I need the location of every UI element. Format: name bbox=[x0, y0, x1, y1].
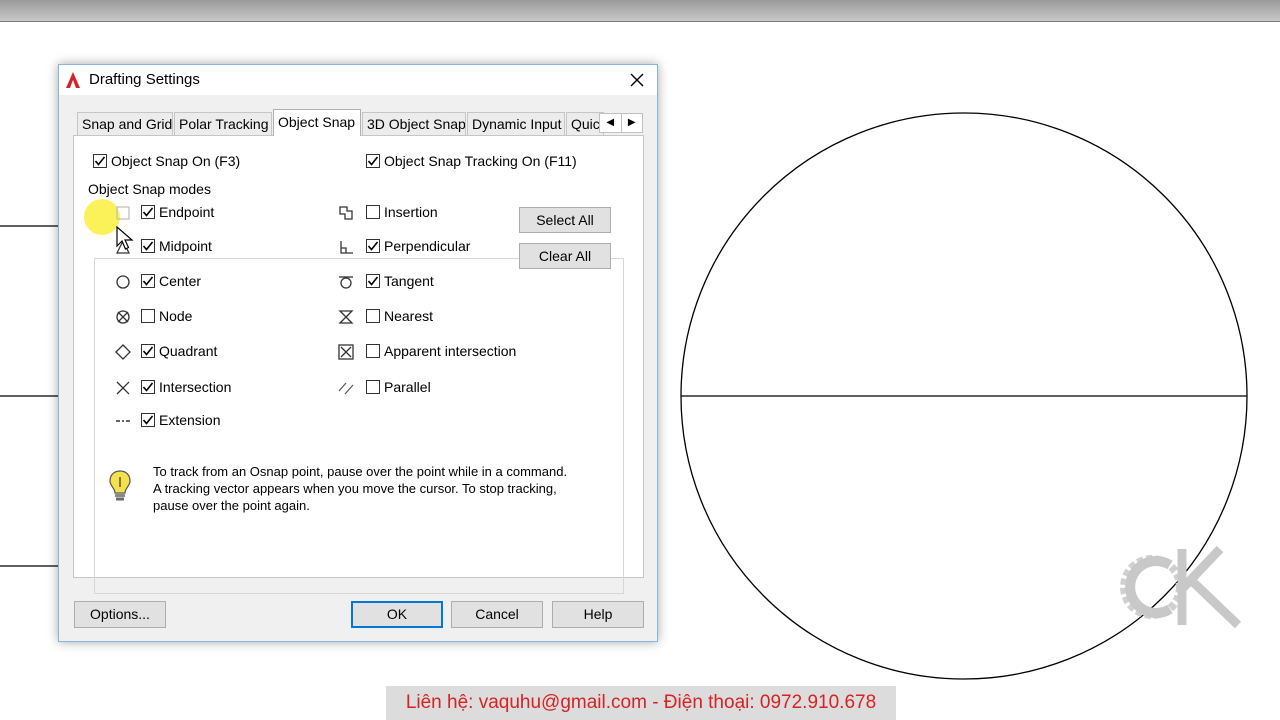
quadrant-icon bbox=[115, 344, 131, 360]
tangent-icon bbox=[339, 276, 353, 289]
mode-insertion-checkbox[interactable]: Insertion bbox=[366, 204, 438, 220]
extension-icon bbox=[116, 420, 130, 422]
mode-extension-checkbox[interactable]: Extension bbox=[141, 412, 220, 428]
checkmark-icon bbox=[142, 241, 154, 251]
mode-midpoint-checkbox[interactable]: Midpoint bbox=[141, 238, 212, 254]
mode-parallel-checkbox[interactable]: Parallel bbox=[366, 379, 431, 395]
checkbox-label: Perpendicular bbox=[384, 238, 471, 254]
mode-endpoint-checkbox[interactable]: Endpoint bbox=[141, 204, 214, 220]
checkmark-icon bbox=[142, 207, 154, 217]
checkmark-icon bbox=[367, 276, 379, 286]
checkbox-box bbox=[366, 380, 380, 394]
checkbox-label: Node bbox=[159, 308, 193, 324]
mode-center-checkbox[interactable]: Center bbox=[141, 273, 201, 289]
perpendicular-icon bbox=[340, 241, 353, 254]
checkbox-label: Intersection bbox=[159, 379, 232, 395]
checkmark-icon bbox=[142, 276, 154, 286]
tab-object-snap[interactable]: Object Snap bbox=[273, 109, 361, 136]
checkmark-icon bbox=[367, 241, 379, 251]
mode-perpendicular-checkbox[interactable]: Perpendicular bbox=[366, 238, 470, 254]
autocad-app-icon bbox=[64, 71, 82, 89]
select-all-button[interactable]: Select All bbox=[519, 207, 611, 233]
checkbox-box bbox=[141, 344, 155, 358]
mode-apparent-intersection-checkbox[interactable]: Apparent intersection bbox=[366, 343, 516, 359]
mode-nearest-checkbox[interactable]: Nearest bbox=[366, 308, 433, 324]
tracking-tip-text: To track from an Osnap point, pause over… bbox=[153, 464, 568, 513]
mode-tangent-checkbox[interactable]: Tangent bbox=[366, 273, 434, 289]
dialog-titlebar: Drafting Settings bbox=[59, 65, 657, 95]
checkmark-icon bbox=[142, 346, 154, 356]
endpoint-icon bbox=[116, 206, 130, 220]
checkbox-box bbox=[366, 274, 380, 288]
contact-banner: Liên hệ: vaquhu@gmail.com - Điện thoại: … bbox=[386, 686, 896, 720]
checkbox-box bbox=[366, 344, 380, 358]
checkbox-label: Object Snap Tracking On (F11) bbox=[384, 153, 577, 169]
checkmark-icon bbox=[142, 415, 154, 425]
mode-quadrant-checkbox[interactable]: Quadrant bbox=[141, 343, 217, 359]
tab-dynamic-input[interactable]: Dynamic Input bbox=[467, 112, 565, 136]
object-snap-panel: Object Snap On (F3) Object Snap Tracking… bbox=[73, 135, 644, 594]
tab-scroll-arrows: ◀ ▶ bbox=[599, 113, 643, 133]
checkbox-box bbox=[366, 205, 380, 219]
checkbox-label: Parallel bbox=[384, 379, 431, 395]
close-icon bbox=[630, 73, 644, 87]
checkbox-label: Insertion bbox=[384, 204, 438, 220]
tab-snap-and-grid[interactable]: Snap and Grid bbox=[77, 112, 173, 136]
checkmark-icon bbox=[142, 382, 154, 392]
checkbox-label: Quadrant bbox=[159, 343, 218, 359]
options-button[interactable]: Options... bbox=[74, 601, 166, 628]
checkbox-box bbox=[93, 154, 107, 168]
apparent-intersection-icon bbox=[338, 344, 354, 360]
object-snap-modes-title: Object Snap modes bbox=[85, 181, 214, 197]
checkbox-box bbox=[366, 154, 380, 168]
insertion-icon bbox=[339, 206, 353, 220]
checkbox-box bbox=[141, 239, 155, 253]
checkbox-box bbox=[366, 239, 380, 253]
nearest-icon bbox=[338, 310, 354, 324]
intersection-icon bbox=[116, 381, 130, 395]
node-icon bbox=[116, 310, 130, 324]
checkbox-box bbox=[141, 309, 155, 323]
checkbox-label: Center bbox=[159, 273, 202, 289]
dialog-title: Drafting Settings bbox=[89, 71, 200, 88]
drafting-settings-dialog: Drafting Settings Snap and Grid Polar Tr… bbox=[58, 64, 658, 642]
mouse-pointer-icon bbox=[116, 226, 134, 250]
center-icon bbox=[116, 275, 130, 289]
checkbox-box bbox=[141, 205, 155, 219]
checkbox-box bbox=[141, 274, 155, 288]
mode-intersection-checkbox[interactable]: Intersection bbox=[141, 379, 231, 395]
checkbox-label: Object Snap On (F3) bbox=[111, 153, 241, 169]
ok-button[interactable]: OK bbox=[351, 601, 443, 628]
checkbox-label: Apparent intersection bbox=[384, 343, 517, 359]
tab-scroll-left-icon[interactable]: ◀ bbox=[600, 114, 621, 132]
ck-watermark-logo bbox=[1120, 545, 1242, 629]
checkbox-label: Extension bbox=[159, 412, 221, 428]
object-snap-tracking-on-checkbox[interactable]: Object Snap Tracking On (F11) bbox=[366, 153, 577, 169]
mode-node-checkbox[interactable]: Node bbox=[141, 308, 192, 324]
cancel-button[interactable]: Cancel bbox=[451, 601, 543, 628]
checkbox-label: Nearest bbox=[384, 308, 434, 324]
object-snap-on-checkbox[interactable]: Object Snap On (F3) bbox=[93, 153, 240, 169]
lightbulb-icon bbox=[109, 470, 131, 501]
checkmark-icon bbox=[94, 156, 106, 166]
checkbox-box bbox=[141, 413, 155, 427]
help-button[interactable]: Help bbox=[552, 601, 644, 628]
tab-scroll-right-icon[interactable]: ▶ bbox=[620, 114, 643, 132]
close-button[interactable] bbox=[623, 68, 651, 92]
parallel-icon bbox=[338, 382, 354, 395]
checkbox-label: Midpoint bbox=[159, 238, 212, 254]
tab-polar-tracking[interactable]: Polar Tracking bbox=[174, 112, 272, 136]
checkmark-icon bbox=[367, 156, 379, 166]
tab-3d-object-snap[interactable]: 3D Object Snap bbox=[362, 112, 466, 136]
checkbox-box bbox=[366, 309, 380, 323]
checkbox-label: Tangent bbox=[384, 273, 434, 289]
checkbox-box bbox=[141, 380, 155, 394]
clear-all-button[interactable]: Clear All bbox=[519, 243, 611, 269]
checkbox-label: Endpoint bbox=[159, 204, 215, 220]
